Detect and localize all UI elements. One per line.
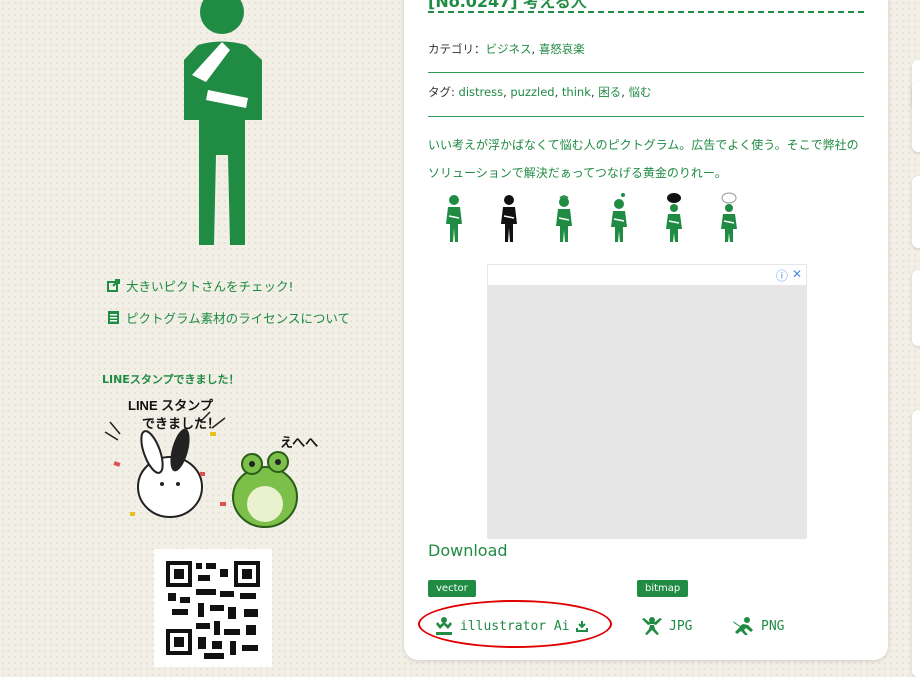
variant-green[interactable] [440,192,468,244]
png-label: PNG [761,618,785,634]
divider [428,116,864,117]
category-row: カテゴリ：ビジネス, 喜怒哀楽 [428,42,585,56]
bitmap-badge: bitmap [637,580,689,597]
tag-link[interactable]: puzzled [510,85,554,99]
description: いい考えが浮かばなくて悩む人のピクトグラム。広告でよく使う。そこで弊社のソリュー… [428,138,859,180]
download-illustrator-button[interactable]: illustrator Ai [434,613,588,639]
tag-label: タグ: [428,85,459,99]
document-icon [106,311,120,325]
category-link-business[interactable]: ビジネス [486,42,532,56]
running-person-icon [733,617,753,635]
side-card [912,270,920,346]
tag-row: タグ: distress, puzzled, think, 困る, 悩む [428,85,652,99]
download-png-button[interactable]: PNG [731,613,784,639]
side-card [912,82,920,152]
jpg-label: JPG [669,618,693,634]
side-card [912,410,920,677]
qr-code [154,549,272,667]
variant-list [440,192,760,244]
stamp-text-1: LINE スタンプ [128,398,214,413]
variant-thought-bubble-empty[interactable] [715,192,743,244]
title-divider [428,11,864,13]
illustrator-person-icon [436,617,452,635]
close-icon[interactable]: ✕ [792,267,802,284]
ad-slot[interactable]: ⓘ ✕ [487,264,807,539]
thinking-person-pictogram [184,0,262,245]
big-picto-link-label: 大きいピクトさんをチェック! [126,279,294,294]
tag-link[interactable]: distress [459,85,504,99]
external-link-icon [106,279,120,293]
ad-content[interactable] [488,285,806,539]
tag-link[interactable]: 困る [598,85,621,99]
category-link-emotion[interactable]: 喜怒哀楽 [539,42,585,56]
category-label: カテゴリ： [428,42,486,56]
download-icon [575,621,588,632]
license-link[interactable]: ピクトグラム素材のライセンスについて [106,308,350,327]
vector-badge: vector [428,580,476,597]
license-link-label: ピクトグラム素材のライセンスについて [126,311,351,326]
line-stamp-banner[interactable]: LINE スタンプ できました！ えへへ [100,392,340,532]
download-jpg-button[interactable]: JPG [641,613,692,639]
divider [428,72,864,73]
variant-black[interactable] [495,192,523,244]
variant-thought-bubble-filled[interactable] [660,192,688,244]
stamp-text-2: できました！ [142,416,220,431]
stamp-text-3: えへへ [280,435,318,450]
tag-link[interactable]: think [562,85,591,99]
variant-green-bubble-small[interactable] [605,192,633,244]
variant-green-hair[interactable] [550,192,578,244]
tag-link[interactable]: 悩む [629,85,652,99]
big-picto-link[interactable]: 大きいピクトさんをチェック! [106,276,294,295]
jumping-person-icon [642,617,662,635]
line-stamp-heading: LINEスタンプできました！ [102,373,240,386]
info-icon[interactable]: ⓘ [776,267,788,284]
download-heading: Download [428,541,508,560]
side-card [912,176,920,248]
illustrator-label: illustrator Ai [460,618,570,634]
ad-controls: ⓘ ✕ [776,267,802,284]
